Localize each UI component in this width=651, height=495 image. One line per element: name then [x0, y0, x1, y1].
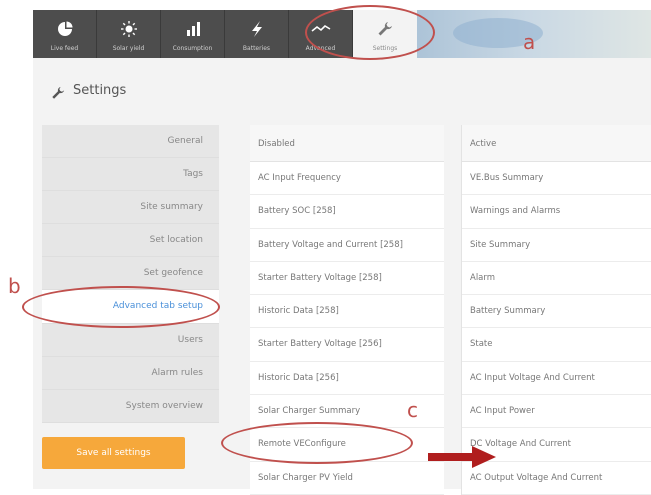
list-item[interactable]: AC Input Power — [462, 395, 651, 429]
lightning-icon — [250, 18, 264, 40]
list-item[interactable]: Alarm — [462, 262, 651, 296]
list-item[interactable]: Starter Battery Voltage [258] — [250, 262, 444, 296]
list-header: Disabled — [250, 125, 444, 162]
tab-solar-yield[interactable]: Solar yield — [97, 10, 161, 58]
sidebar-item-users[interactable]: Users — [42, 324, 219, 357]
list-item[interactable]: Historic Data [256] — [250, 362, 444, 396]
list-item[interactable]: State — [462, 328, 651, 362]
annotation-ellipse-c — [221, 422, 413, 464]
tab-label: Solar yield — [112, 45, 145, 52]
annotation-ellipse-b — [22, 286, 220, 328]
list-item[interactable]: VE.Bus Summary — [462, 162, 651, 196]
list-item[interactable]: Battery Voltage and Current [258] — [250, 229, 444, 262]
tab-label: Live feed — [50, 45, 79, 52]
list-item[interactable]: Warnings and Alarms — [462, 195, 651, 229]
list-item[interactable]: AC Input Voltage And Current — [462, 362, 651, 396]
list-item[interactable]: Starter Battery Voltage [256] — [250, 328, 444, 362]
list-item[interactable]: Solar Charger PV Yield — [250, 462, 444, 495]
active-widgets-list: Active VE.Bus Summary Warnings and Alarm… — [461, 125, 651, 495]
sidebar-item-site-summary[interactable]: Site summary — [42, 191, 219, 225]
list-item[interactable]: Battery Summary — [462, 295, 651, 329]
page-title: Settings — [73, 83, 127, 98]
sidebar-item-alarm-rules[interactable]: Alarm rules — [42, 357, 219, 390]
wrench-icon — [51, 85, 65, 104]
save-all-settings-button[interactable]: Save all settings — [42, 437, 185, 469]
list-item[interactable]: Battery SOC [258] — [250, 195, 444, 229]
list-item[interactable]: AC Input Frequency — [250, 162, 444, 196]
sidebar-item-general[interactable]: General — [42, 125, 219, 159]
list-header: Active — [462, 125, 651, 162]
sidebar-item-set-location[interactable]: Set location — [42, 224, 219, 258]
live-feed-icon — [57, 18, 73, 40]
sidebar-item-system-overview[interactable]: System overview — [42, 390, 219, 423]
list-item[interactable]: Historic Data [258] — [250, 295, 444, 329]
page-header: Settings — [33, 58, 651, 121]
sidebar-item-tags[interactable]: Tags — [42, 158, 219, 192]
annotation-label-a: a — [523, 30, 536, 54]
tab-label: Consumption — [172, 45, 213, 52]
tab-batteries[interactable]: Batteries — [225, 10, 289, 58]
tab-consumption[interactable]: Consumption — [161, 10, 225, 58]
sun-icon — [120, 18, 138, 40]
annotation-ellipse-a — [305, 5, 435, 60]
tab-live-feed[interactable]: Live feed — [33, 10, 97, 58]
list-item[interactable]: Site Summary — [462, 229, 651, 262]
annotation-label-c: c — [407, 398, 418, 422]
tab-label: Batteries — [242, 45, 271, 52]
annotation-label-b: b — [8, 274, 21, 298]
bar-chart-icon — [185, 18, 201, 40]
settings-sidebar: General Tags Site summary Set location S… — [42, 125, 219, 423]
annotation-arrow — [428, 446, 496, 468]
